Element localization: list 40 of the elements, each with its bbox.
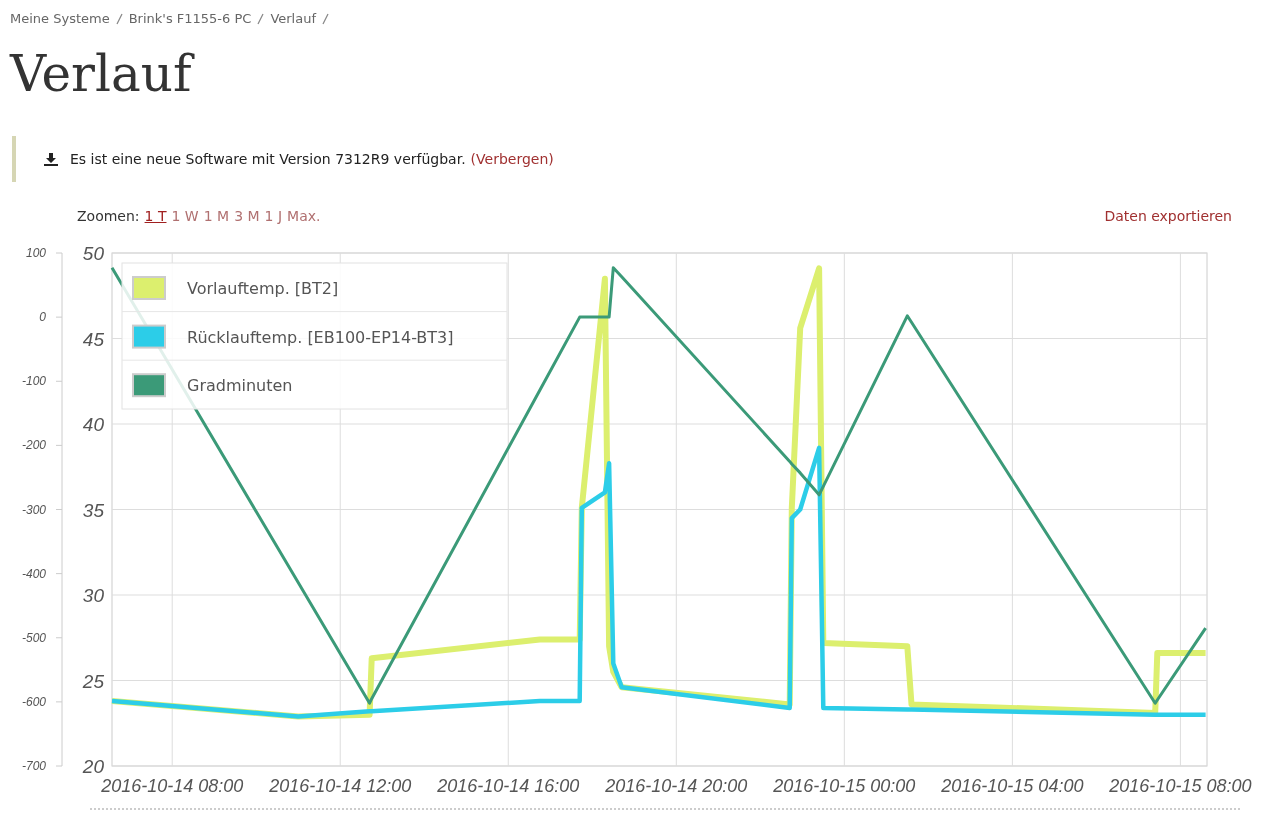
axis-tick-label: 2016-10-14 16:00 [437,776,580,796]
axis-tick-label: -600 [21,694,46,709]
axis-tick-label: -500 [21,630,46,645]
axis-tick-label: 45 [82,328,104,350]
axis-tick-label: 40 [82,414,104,435]
axis-tick-label: -700 [21,759,46,773]
axis-tick-label: 30 [82,585,104,606]
page-title: Verlauf [10,46,1280,102]
legend-label: Gradminuten [187,376,293,396]
hide-link[interactable]: (Verbergen) [470,151,554,167]
axis-tick-label: -400 [21,566,46,581]
export-link[interactable]: Daten exportieren [1104,208,1232,224]
zoom-label: Zoomen: [77,208,140,224]
axis-tick-label: 2016-10-15 00:00 [773,776,916,796]
breadcrumb-link[interactable]: Brink's F1155-6 PC [128,11,252,26]
axis-tick-label: 100 [25,246,46,260]
axis-tick-label: 2016-10-15 08:00 [1109,776,1252,796]
axis-tick-label: 35 [82,499,104,521]
axis-tick-label: -300 [21,502,46,517]
axis-tick-label: 50 [82,243,104,264]
zoom-option[interactable]: 1 J [264,208,283,224]
axis-tick-label: 0 [39,310,46,325]
legend-label: Rücklauftemp. [EB100-EP14-BT3] [187,327,454,347]
axis-tick-label: 2016-10-14 12:00 [269,776,412,796]
breadcrumb-link[interactable]: Verlauf [270,11,316,26]
axis-tick-label: 2016-10-14 08:00 [101,776,244,796]
notice-text: Es ist eine neue Software mit Version 7312R9 verfügbar. [70,151,466,167]
axis-tick-label: 2016-10-15 04:00 [941,776,1084,796]
zoom-option[interactable]: 1 W [171,208,199,224]
axis-tick-label: 25 [82,670,104,692]
breadcrumb-link[interactable]: Meine Systeme [10,11,110,26]
zoom-option[interactable]: 1 M [203,208,230,224]
axis-tick-label: -200 [21,438,46,453]
axis-tick-label: 20 [82,756,104,777]
axis-tick-label: -100 [21,374,46,389]
zoom-option[interactable]: 1 T [144,208,167,224]
legend-label: Vorlauftemp. [BT2] [187,279,339,298]
zoom-option[interactable]: Max. [287,208,321,224]
zoom-option[interactable]: 3 M [234,208,260,224]
axis-tick-label: 2016-10-14 20:00 [605,776,748,796]
